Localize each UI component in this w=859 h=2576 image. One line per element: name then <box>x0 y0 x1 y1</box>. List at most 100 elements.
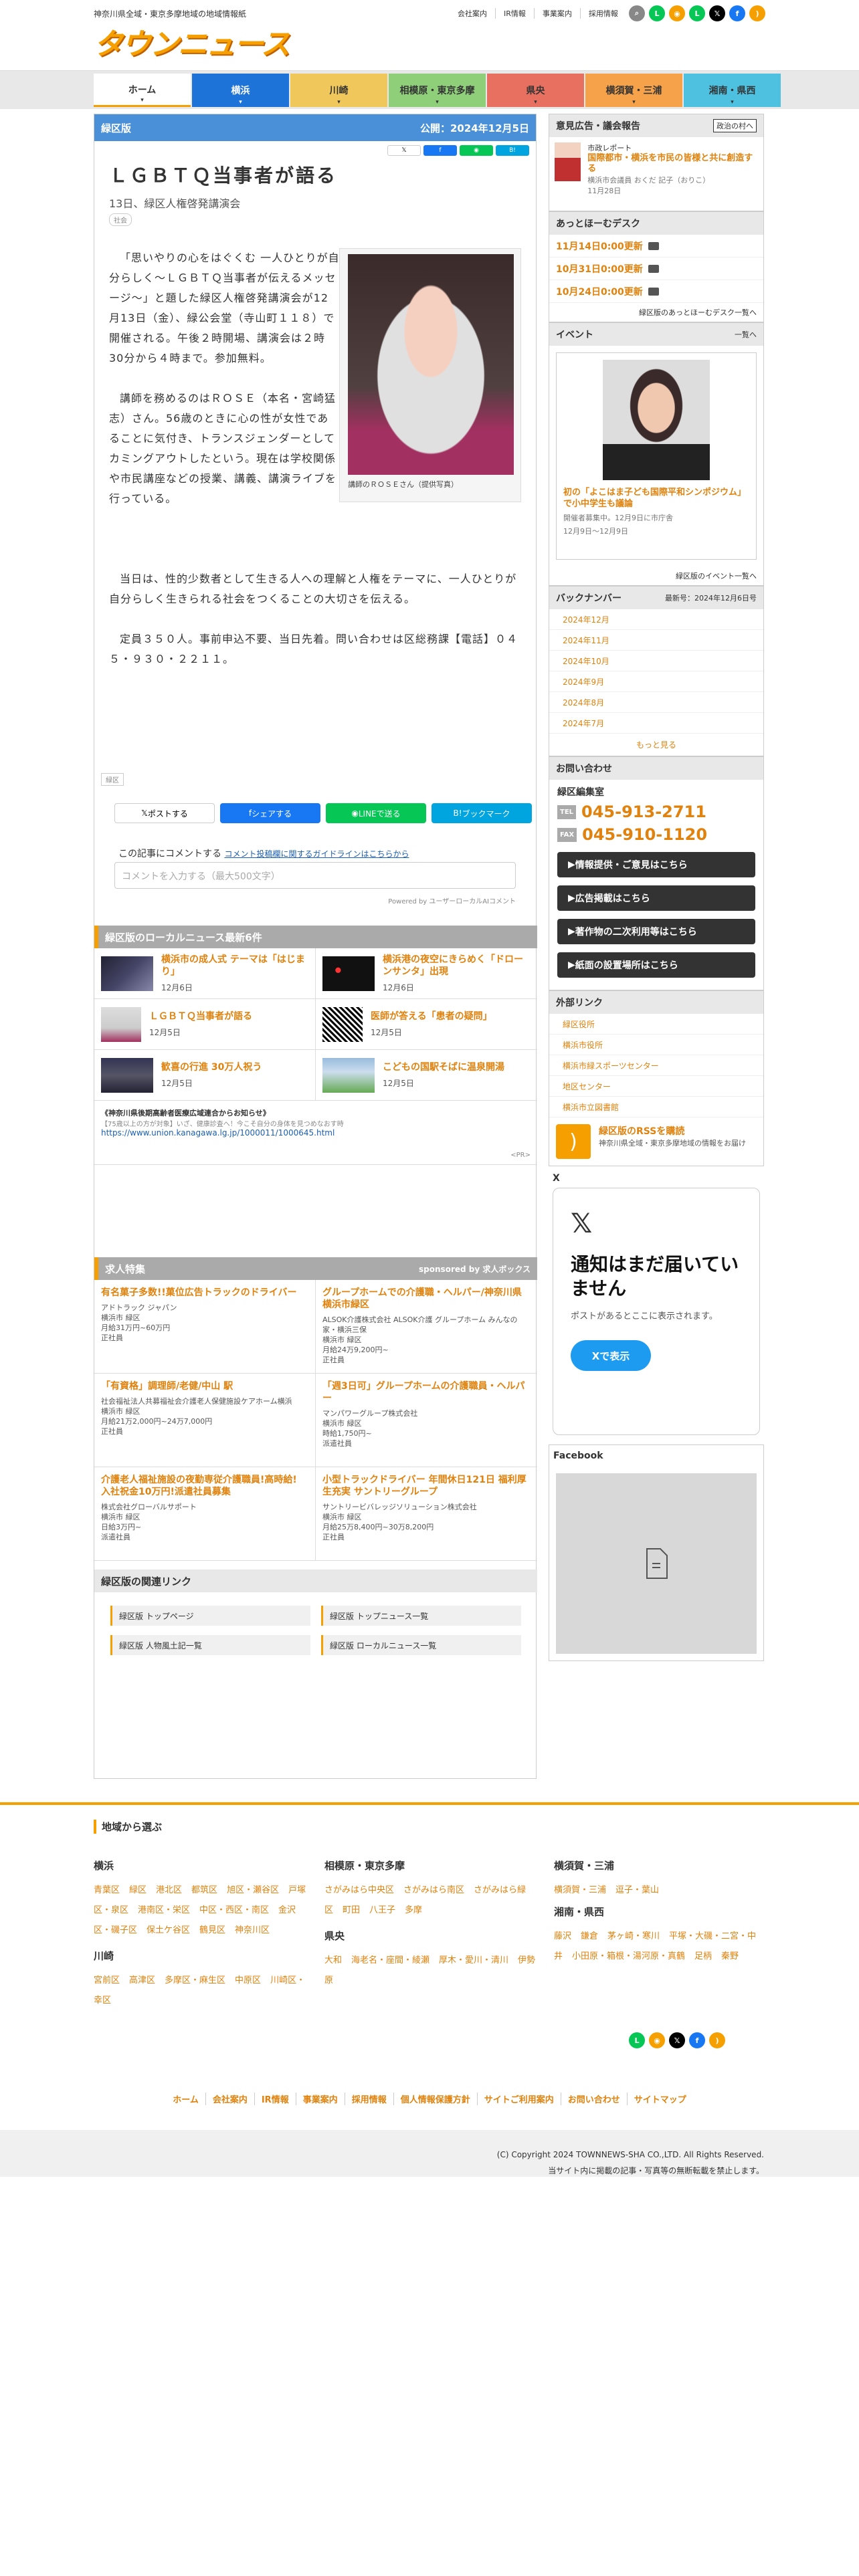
external-link[interactable]: 横浜市役所 <box>549 1035 763 1055</box>
footer-area-link[interactable]: 宮前区 <box>94 1975 120 1985</box>
footer-bottom-link[interactable]: 個人情報保護方針 <box>393 2092 477 2105</box>
external-link[interactable]: 緑区役所 <box>549 1014 763 1035</box>
footer-area-link[interactable]: 八王子 <box>369 1905 395 1915</box>
footer-area-link[interactable]: 多摩 <box>405 1905 422 1915</box>
related-link[interactable]: 緑区版 ローカルニュース一覧 <box>321 1635 521 1655</box>
footer-area-link[interactable]: 茅ヶ崎・寒川 <box>607 1931 660 1941</box>
line-icon[interactable]: L <box>629 2032 645 2048</box>
footer-bottom-link[interactable]: お問い合わせ <box>560 2092 627 2105</box>
nav-kawasaki[interactable]: 川崎 <box>290 74 387 107</box>
job-item[interactable]: 「有資格」調理師/老健/中山 駅 社会福祉法人共募福祉会介護老人保健施設ケアホー… <box>94 1374 316 1467</box>
footer-area-link[interactable]: 鎌倉 <box>581 1931 598 1941</box>
external-link[interactable]: 横浜市緑スポーツセンター <box>549 1055 763 1076</box>
footer-area-link[interactable]: 大和 <box>324 1955 342 1965</box>
external-link[interactable]: 横浜市立図書館 <box>549 1097 763 1117</box>
footer-bottom-link[interactable]: ホーム <box>166 2092 205 2105</box>
related-link[interactable]: 緑区版 トップページ <box>110 1606 310 1626</box>
rss-title[interactable]: 緑区版のRSSを購読 <box>599 1124 746 1138</box>
news-item[interactable]: こどもの国駅そばに温泉開湯 12月5日 <box>316 1050 537 1101</box>
job-title[interactable]: 介護老人福祉施設の夜勤専従介護職員!高時給! 入社祝金10万円!派遣社員募集 <box>101 1474 308 1498</box>
view-on-x-button[interactable]: Xで表示 <box>571 1340 651 1371</box>
share-hatena-button[interactable]: B! ブックマーク <box>432 803 532 823</box>
tel-number[interactable]: TEL 045-913-2711 <box>557 802 755 821</box>
share-x-small[interactable]: 𝕏 <box>387 145 421 156</box>
footer-area-link[interactable]: 町田 <box>343 1905 360 1915</box>
news-title[interactable]: 歓喜の行進 30万人祝う <box>161 1061 262 1073</box>
job-item[interactable]: 介護老人福祉施設の夜勤専従介護職員!高時給! 入社祝金10万円!派遣社員募集 株… <box>94 1467 316 1561</box>
news-title[interactable]: 医師が答える「患者の疑問」 <box>371 1010 492 1023</box>
footer-bottom-link[interactable]: サイトご利用案内 <box>476 2092 561 2105</box>
nav-sagamihara[interactable]: 相模原・東京多摩 <box>389 74 486 107</box>
backnumber-item[interactable]: 2024年8月 <box>549 692 763 713</box>
job-title[interactable]: 「有資格」調理師/老健/中山 駅 <box>101 1380 308 1392</box>
event-title[interactable]: 初の「よこはま子ども国際平和シンポジウム」で小中学生も議論 <box>563 487 749 510</box>
footer-area-link[interactable]: 逗子・葉山 <box>615 1885 659 1895</box>
footer-area-link[interactable]: 旭区・瀬谷区 <box>227 1885 279 1895</box>
distribution-button[interactable]: ▶ 紙面の設置場所はこちら <box>557 952 755 978</box>
footer-area-link[interactable]: 中区・西区・南区 <box>199 1905 269 1915</box>
comment-guideline-link[interactable]: コメント投稿欄に関するガイドラインはこちらから <box>224 849 409 859</box>
desk-more-link[interactable]: 緑区版のあっとほーむデスク一覧へ <box>549 303 763 322</box>
pr-url-link[interactable]: https://www.union.kanagawa.lg.jp/1000011… <box>101 1128 531 1138</box>
footer-area-link[interactable]: 神奈川区 <box>235 1925 270 1935</box>
job-item[interactable]: 「週3日可」グループホームの介護職員・ヘルパー マンパワーグループ株式会社 横浜… <box>316 1374 537 1467</box>
share-facebook-button[interactable]: f シェアする <box>220 803 320 823</box>
top-link-ir[interactable]: IR情報 <box>495 8 534 19</box>
footer-area-link[interactable]: 鶴見区 <box>199 1925 225 1935</box>
opinion-title[interactable]: 国際都市・横浜を市民の皆様と共に創造する <box>587 153 758 175</box>
x-icon[interactable]: 𝕏 <box>709 5 725 21</box>
rss-icon[interactable]: ) <box>709 2032 725 2048</box>
x-icon[interactable]: 𝕏 <box>669 2032 685 2048</box>
backnumber-more[interactable]: もっと見る <box>549 734 763 756</box>
nav-home[interactable]: ホーム <box>94 74 191 107</box>
footer-area-link[interactable]: 横須賀・三浦 <box>554 1885 606 1895</box>
backnumber-item[interactable]: 2024年12月 <box>549 609 763 630</box>
news-item[interactable]: 横浜港の夜空にきらめく「ドローンサンタ」出現 12月6日 <box>316 948 537 999</box>
facebook-icon[interactable]: f <box>689 2032 705 2048</box>
footer-area-link[interactable]: 港南区・栄区 <box>138 1905 190 1915</box>
footer-area-link[interactable]: 中原区 <box>235 1975 261 1985</box>
news-item[interactable]: 横浜市の成人式 テーマは「はじまり」 12月6日 <box>94 948 316 999</box>
footer-area-link[interactable]: 保土ケ谷区 <box>147 1925 190 1935</box>
share-line-button[interactable]: ◉ LINEで送る <box>326 803 426 823</box>
backnumber-item[interactable]: 2024年9月 <box>549 671 763 692</box>
desk-item[interactable]: 10月24日0:00更新 <box>549 280 763 303</box>
news-title[interactable]: 横浜港の夜空にきらめく「ドローンサンタ」出現 <box>383 954 531 978</box>
nav-shonan[interactable]: 湘南・県西 <box>684 74 781 107</box>
footer-bottom-link[interactable]: IR情報 <box>254 2092 296 2105</box>
footer-bottom-link[interactable]: 事業案内 <box>295 2092 345 2105</box>
politics-badge[interactable]: 政治の村へ <box>713 119 757 132</box>
footer-bottom-link[interactable]: 会社案内 <box>205 2092 254 2105</box>
footer-area-link[interactable]: 秦野 <box>721 1951 739 1961</box>
news-item[interactable]: 歓喜の行進 30万人祝う 12月5日 <box>94 1050 316 1101</box>
backnumber-item[interactable]: 2024年7月 <box>549 713 763 734</box>
share-fb-small[interactable]: f <box>423 145 457 156</box>
footer-area-link[interactable]: さがみはら南区 <box>403 1885 464 1895</box>
rss-icon[interactable]: ) <box>749 5 765 21</box>
share-x-button[interactable]: 𝕏 ポストする <box>114 803 215 823</box>
footer-area-link[interactable]: 厚木・愛川・清川 <box>439 1955 508 1965</box>
top-link-recruit[interactable]: 採用情報 <box>579 8 626 19</box>
job-item[interactable]: グループホームでの介護職・ヘルパー/神奈川県横浜市緑区 ALSOK介護株式会社 … <box>316 1280 537 1374</box>
footer-area-link[interactable]: 高津区 <box>129 1975 155 1985</box>
nav-yokosuka[interactable]: 横須賀・三浦 <box>585 74 682 107</box>
nav-yokohama[interactable]: 横浜 <box>192 74 289 107</box>
opinion-item[interactable]: 市政レポート 国際都市・横浜を市民の皆様と共に創造する 横浜市会議員 おくだ 記… <box>549 137 763 211</box>
job-title[interactable]: 「週3日可」グループホームの介護職員・ヘルパー <box>322 1380 531 1404</box>
top-link-company[interactable]: 会社案内 <box>450 8 495 19</box>
job-item[interactable]: 小型トラックドライバー 年間休日121日 福利厚生充実 サントリーグループ サン… <box>316 1467 537 1561</box>
footer-area-link[interactable]: 藤沢 <box>554 1931 571 1941</box>
footer-area-link[interactable]: 港北区 <box>156 1885 182 1895</box>
footer-area-link[interactable]: 都筑区 <box>191 1885 217 1895</box>
top-link-business[interactable]: 事業案内 <box>533 8 580 19</box>
site-logo[interactable]: タウンニュース <box>94 20 290 63</box>
share-line-small[interactable]: ◉ <box>460 145 493 156</box>
news-title[interactable]: ＬＧＢＴＱ当事者が語る <box>149 1010 252 1023</box>
share-hatena-small[interactable]: B! <box>496 145 529 156</box>
area-tag[interactable]: 緑区 <box>101 773 124 786</box>
news-title[interactable]: こどもの国駅そばに温泉開湯 <box>383 1061 504 1073</box>
info-submit-button[interactable]: ▶ 情報提供・ご意見はこちら <box>557 852 755 877</box>
footer-bottom-link[interactable]: サイトマップ <box>626 2092 693 2105</box>
footer-area-link[interactable]: 緑区 <box>129 1885 147 1895</box>
related-link[interactable]: 緑区版 人物風土記一覧 <box>110 1635 310 1655</box>
